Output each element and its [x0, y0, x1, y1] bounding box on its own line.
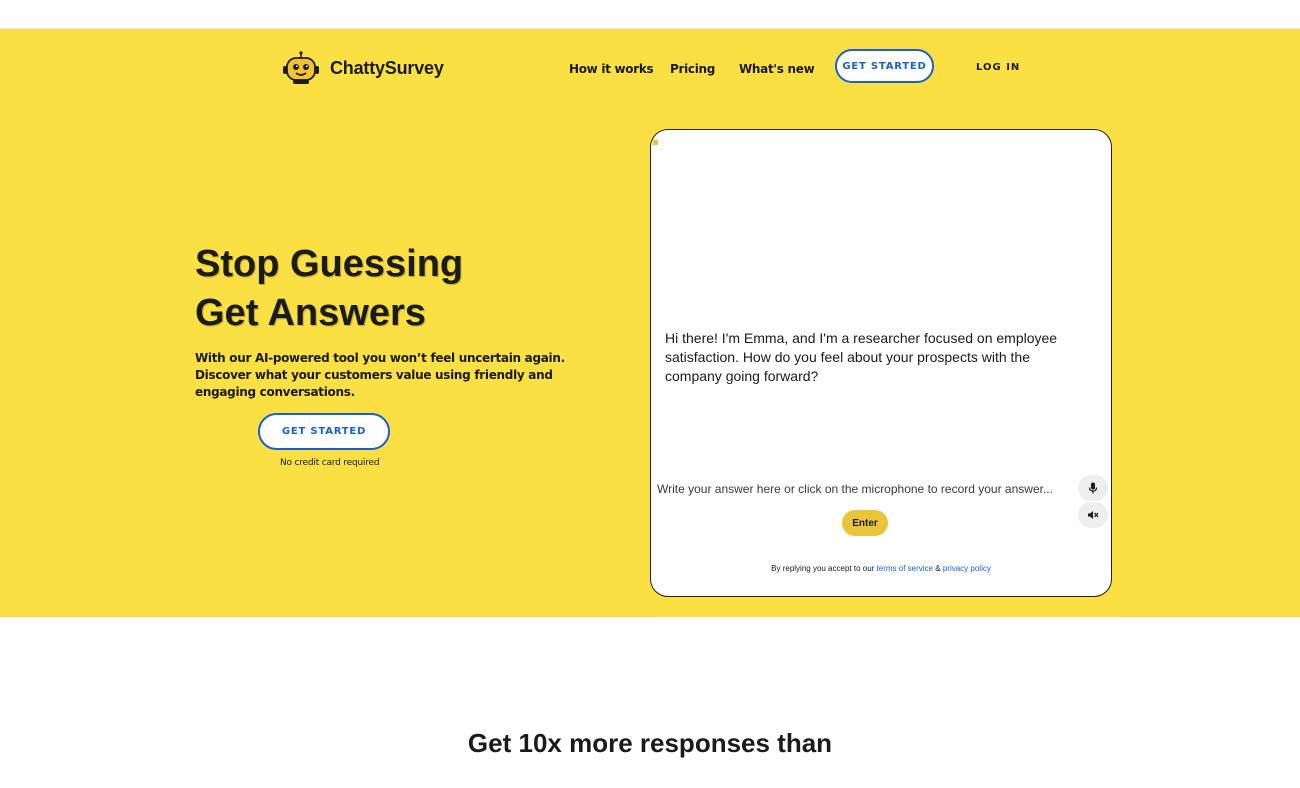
chat-widget: Hi there! I'm Emma, and I'm a researcher…: [650, 129, 1112, 597]
enter-button[interactable]: Enter: [842, 510, 888, 536]
mute-button[interactable]: [1078, 502, 1108, 528]
header-get-started-button[interactable]: GET STARTED: [835, 49, 934, 83]
terms-prefix: By replying you accept to our: [771, 564, 875, 573]
robot-mascot-icon: [283, 51, 319, 84]
nav-how-it-works[interactable]: How it works: [569, 62, 654, 76]
headline-line-2: Get Answers: [195, 292, 426, 334]
no-credit-card-note: No credit card required: [280, 458, 380, 468]
nav-pricing[interactable]: Pricing: [670, 62, 715, 76]
log-in-link[interactable]: LOG IN: [976, 62, 1020, 73]
nav-whats-new[interactable]: What's new: [739, 62, 815, 76]
browser-top-strip: [0, 0, 1300, 29]
microphone-button[interactable]: [1078, 475, 1108, 501]
microphone-icon: [1088, 482, 1098, 494]
hero-headline: Stop Guessing Get Answers: [195, 240, 463, 338]
widget-corner-mark: [653, 140, 658, 145]
terms-notice: By replying you accept to our terms of s…: [651, 564, 1111, 573]
headline-line-1: Stop Guessing: [195, 243, 464, 285]
answer-input[interactable]: [655, 478, 1077, 500]
terms-of-service-link[interactable]: terms of service: [877, 564, 933, 573]
bot-message: Hi there! I'm Emma, and I'm a researcher…: [665, 330, 1058, 384]
speaker-mute-icon: [1088, 511, 1099, 519]
hero-subtext: With our AI-powered tool you won’t feel …: [195, 351, 565, 399]
privacy-policy-link[interactable]: privacy policy: [943, 564, 991, 573]
brand-name: ChattySurvey: [330, 57, 444, 78]
terms-and: &: [935, 564, 941, 573]
hero-get-started-button[interactable]: GET STARTED: [258, 413, 390, 450]
brand-logo[interactable]: ChattySurvey: [281, 51, 444, 85]
responses-section-title: Get 10x more responses than: [467, 728, 833, 758]
